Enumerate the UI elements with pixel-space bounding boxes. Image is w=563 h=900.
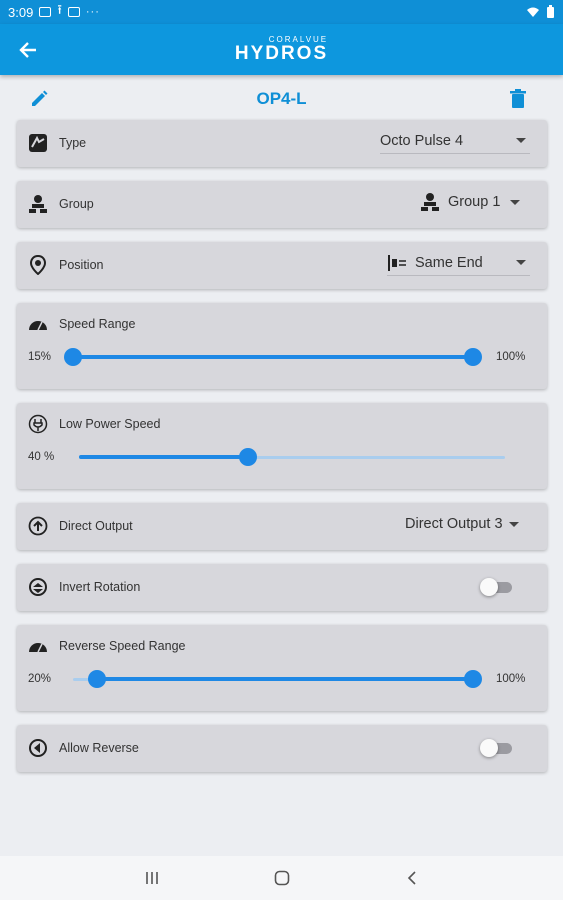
reverse-speed-range-max-thumb[interactable] <box>464 670 482 688</box>
low-power-speed-label: Low Power Speed <box>59 417 161 431</box>
reverse-speed-range-label: Reverse Speed Range <box>59 639 186 653</box>
type-dropdown[interactable]: Octo Pulse 4 <box>380 130 530 154</box>
chevron-down-icon <box>516 138 526 143</box>
arrow-left-icon <box>19 42 36 58</box>
speed-range-max-thumb[interactable] <box>464 348 482 366</box>
home-icon <box>274 870 289 886</box>
group-card: Group Group 1 <box>17 181 547 228</box>
more-notifications: ··· <box>85 6 100 18</box>
type-card: Type Octo Pulse 4 <box>17 120 547 167</box>
upload-icon: ⭱ <box>57 2 62 17</box>
low-power-speed-thumb[interactable] <box>239 448 257 466</box>
speed-range-max: 100% <box>496 351 526 363</box>
direct-output-dropdown[interactable]: Direct Output 3 <box>405 513 530 537</box>
gallery-icon <box>67 7 80 17</box>
pencil-icon <box>32 90 48 106</box>
back-button[interactable] <box>14 36 42 64</box>
chevron-left-icon <box>407 871 416 885</box>
allow-reverse-label: Allow Reverse <box>59 741 139 755</box>
invert-rotation-label: Invert Rotation <box>59 580 141 594</box>
position-value: Same End <box>415 254 483 271</box>
type-value: Octo Pulse 4 <box>380 132 464 149</box>
home-button[interactable] <box>267 863 297 893</box>
speedometer-icon <box>27 313 49 335</box>
image-icon <box>39 7 52 17</box>
speed-range-label: Speed Range <box>59 317 136 331</box>
trash-icon <box>510 89 526 108</box>
power-plug-icon <box>27 413 49 435</box>
speed-range-min: 15% <box>28 351 52 363</box>
group-dropdown[interactable]: Group 1 <box>420 191 530 215</box>
group-value: Group 1 <box>448 194 501 210</box>
reverse-icon <box>27 737 49 759</box>
reverse-speed-range-min-thumb[interactable] <box>88 670 106 688</box>
reverse-speed-range-fill <box>97 677 473 681</box>
wifi-icon <box>527 7 539 17</box>
chevron-down-icon <box>510 199 521 205</box>
direct-output-icon <box>27 515 49 537</box>
reverse-speed-range-min: 20% <box>28 673 52 685</box>
rotation-icon <box>27 576 49 598</box>
direct-output-label: Direct Output <box>59 519 133 533</box>
speed-range-fill <box>73 355 473 359</box>
group-label: Group <box>59 197 94 211</box>
app-bar: CORALVUE HYDROS <box>0 24 563 75</box>
position-card: Position Same End <box>17 242 547 289</box>
type-label: Type <box>59 136 87 150</box>
same-end-icon <box>388 254 406 271</box>
recent-apps-icon <box>145 872 158 884</box>
pump-type-icon <box>27 132 49 154</box>
position-dropdown[interactable]: Same End <box>387 252 530 276</box>
direct-output-card: Direct Output Direct Output 3 <box>17 503 547 550</box>
group-icon <box>27 193 49 215</box>
brand-big: HYDROS <box>234 43 329 64</box>
status-bar: 3:09 ⭱ ··· <box>0 0 563 24</box>
group-icon <box>421 193 439 211</box>
chevron-down-icon <box>508 521 519 527</box>
device-title-bar: OP4-L <box>0 82 563 116</box>
app-logo: CORALVUE HYDROS <box>234 36 329 64</box>
toggle-thumb <box>480 578 498 596</box>
location-pin-icon <box>27 254 49 276</box>
chevron-down-icon <box>516 260 526 265</box>
speed-range-card: Speed Range 15% 100% <box>17 303 547 389</box>
speedometer-icon <box>27 635 49 657</box>
low-power-speed-fill <box>79 455 249 459</box>
status-time: 3:09 <box>8 4 34 20</box>
allow-reverse-toggle[interactable] <box>480 737 516 759</box>
edit-button[interactable] <box>28 88 50 110</box>
recent-apps-button[interactable] <box>137 863 167 893</box>
low-power-speed-card: Low Power Speed 40 % <box>17 403 547 489</box>
reverse-speed-range-max: 100% <box>496 673 526 685</box>
system-nav-bar <box>0 856 563 900</box>
delete-button[interactable] <box>507 88 529 110</box>
position-label: Position <box>59 258 104 272</box>
low-power-speed-value: 40 % <box>28 451 55 463</box>
back-nav-button[interactable] <box>397 863 427 893</box>
allow-reverse-card: Allow Reverse <box>17 725 547 772</box>
speed-range-min-thumb[interactable] <box>64 348 82 366</box>
invert-rotation-toggle[interactable] <box>480 576 516 598</box>
battery-icon <box>547 5 554 18</box>
invert-rotation-card: Invert Rotation <box>17 564 547 611</box>
direct-output-value: Direct Output 3 <box>405 516 503 532</box>
page-title: OP4-L <box>256 89 307 108</box>
reverse-speed-range-card: Reverse Speed Range 20% 100% <box>17 625 547 711</box>
toggle-thumb <box>480 739 498 757</box>
